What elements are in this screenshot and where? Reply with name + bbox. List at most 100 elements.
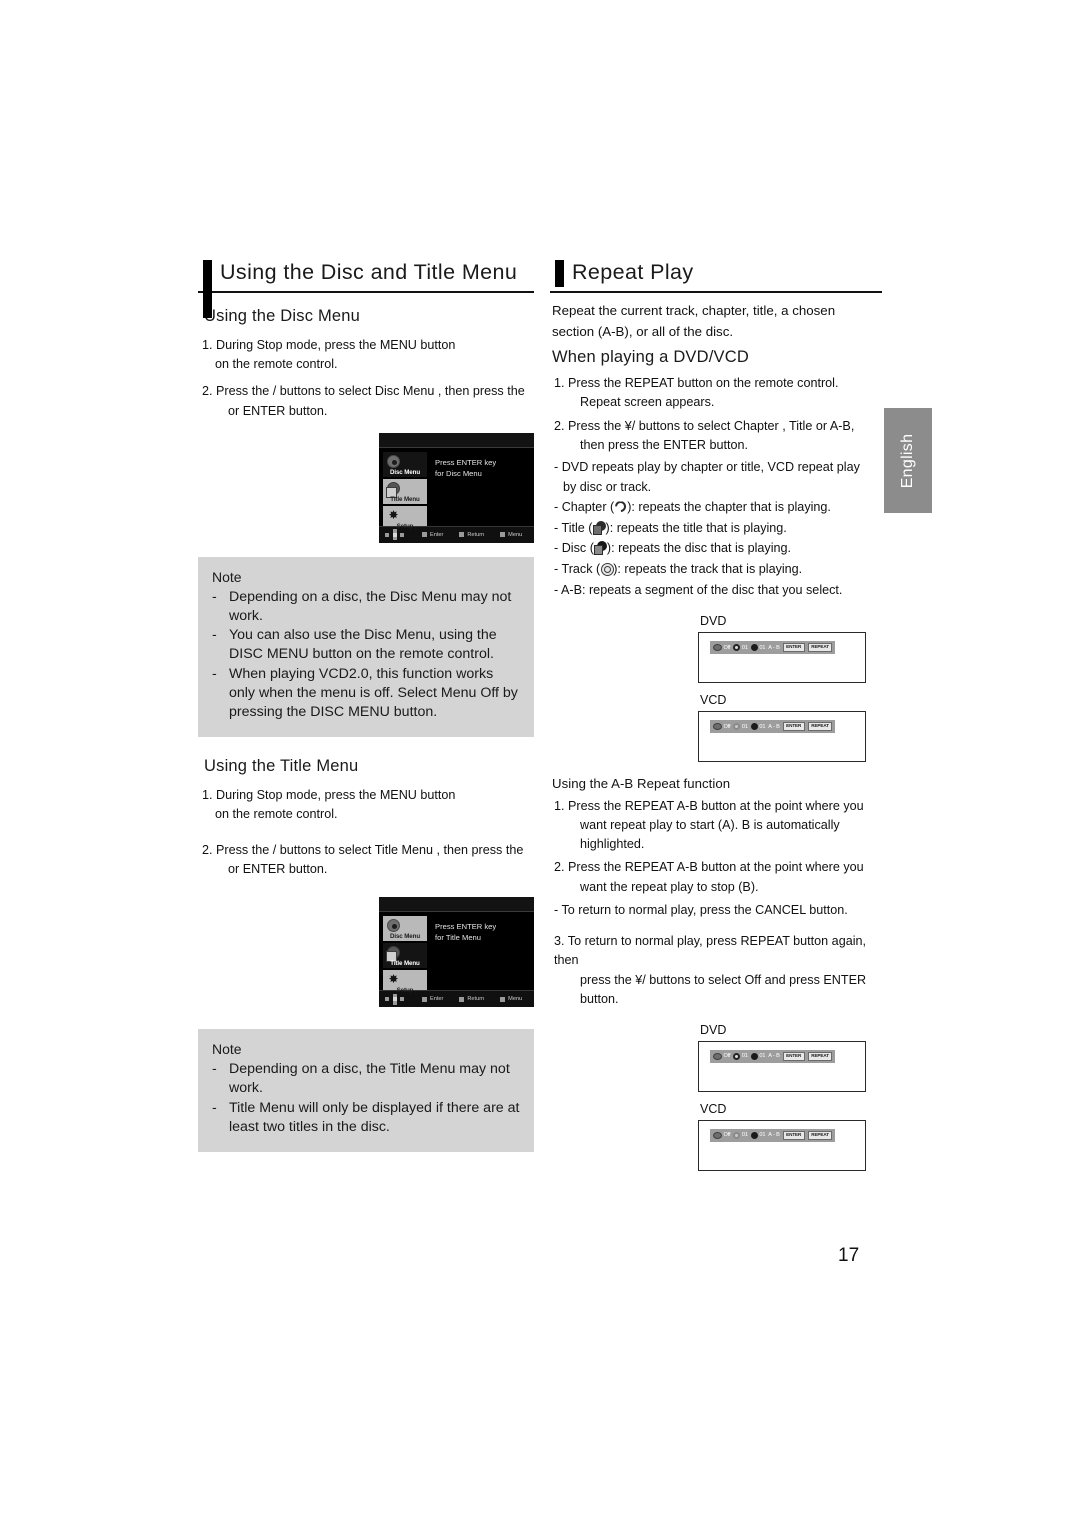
repeat-cell-title[interactable]: 01 [750,1052,765,1060]
step-number: 1. [202,338,213,353]
enter-button[interactable]: ENTER [782,642,805,653]
repeat-cell-ab[interactable]: A - B [768,645,780,651]
repeat-chapter-value: 01 [741,1132,748,1139]
disc-menu-step-2: 2. Press the / buttons to select Disc Me… [202,382,534,420]
note-item: - Depending on a disc, the Disc Menu may… [212,588,520,626]
dash-suffix: ): repeats the chapter that is playing. [627,500,831,515]
ab-repeat-step-3: 3. To return to normal play, press REPEA… [554,932,882,1009]
osd-footer-return: Return [459,532,484,538]
repeat-title-value: 01 [759,644,766,651]
repeat-osd-bar: Off 01 01 A - B ENTER REPEAT [710,641,836,655]
osd-footer-dpad [385,529,406,541]
osd-footer-label: Return [467,996,485,1003]
step-number: 2. [554,419,565,434]
repeat-cell-ab[interactable]: A - B [768,1053,780,1060]
title-menu-step-1: 1. During Stop mode, press the MENU butt… [202,786,534,824]
note-item: - Title Menu will only be displayed if t… [212,1099,520,1137]
repeat-button[interactable]: REPEAT [807,721,833,732]
repeat-button[interactable]: REPEAT [807,1051,833,1062]
osd-message-line2: for Disc Menu [435,468,482,478]
repeat-button[interactable]: REPEAT [807,642,833,653]
title-icon [592,520,606,535]
title-icon [750,644,758,652]
repeat-cell-chapter[interactable]: 01 [733,723,748,731]
osd-footer-label: Enter [430,996,444,1003]
title-menu-step-2: 2. Press the / buttons to select Title M… [202,841,534,879]
off-icon [713,1131,722,1139]
repeat-cell-ab[interactable]: A - B [768,1132,780,1139]
repeat-chapter-value: 01 [741,1053,748,1060]
repeat-cell-off[interactable]: Off [713,723,731,731]
osd-tab-disc-menu[interactable]: Disc Menu [383,916,427,942]
repeat-cell-chapter[interactable]: 01 [733,1131,748,1139]
step-text-cont: on the remote control. [215,357,338,372]
osd-sidebar: Disc Menu Title Menu ✸ Setup [383,916,427,997]
repeat-cell-chapter[interactable]: 01 [733,1052,748,1060]
step-number: 3. [554,934,565,949]
note-text: When playing VCD2.0, this function works… [229,666,518,720]
enter-button[interactable]: ENTER [782,721,805,732]
osd-footer-label: Menu [508,531,523,538]
repeat-cell-off[interactable]: Off [713,644,731,652]
enter-button[interactable]: ENTER [782,1130,805,1141]
osd-message-line1: Press ENTER key [435,922,497,932]
step-text: Press the REPEAT button on the remote co… [568,375,839,390]
title-icon [386,481,400,498]
osd-tab-disc-menu[interactable]: Disc Menu [383,451,427,477]
repeat-osd-bar: Off 01 01 A - B ENTER REPEAT [710,720,836,734]
language-tab-label: English [899,433,916,488]
osd-footer-dpad [385,993,406,1005]
repeat-cell-ab[interactable]: A - B [768,724,780,730]
square-icon [500,532,506,538]
title-rule [198,290,534,294]
disc-menu-screenshot: Disc Menu Title Menu ✸ Setup Press ENTER… [379,432,534,543]
repeat-cell-title[interactable]: 01 [750,644,766,652]
enter-button[interactable]: ENTER [782,1051,805,1062]
page-title-repeat: Repeat Play [572,260,694,284]
repeat-cell-off[interactable]: Off [713,1131,731,1139]
repeat-bullet-track: - Track (): repeats the track that is pl… [554,560,882,580]
osd-tab-title-menu[interactable]: Title Menu [383,478,427,504]
title-icon [750,723,758,731]
step-text: Press the / buttons to select Title Menu… [216,843,524,858]
gear-icon: ✸ [388,507,399,522]
step-text-cont: button. [580,991,619,1006]
track-icon [600,562,615,576]
title-menu-screenshot: Disc Menu Title Menu ✸ Setup Press ENTER… [379,897,534,1008]
repeat-bullet-chapter: - Chapter (): repeats the chapter that i… [554,498,882,518]
note-bullet: - [212,1061,217,1078]
step-text: Press the / buttons to select Disc Menu … [216,384,525,399]
osd-footer-label: Menu [508,996,523,1003]
note-box-disc-menu: Note - Depending on a disc, the Disc Men… [198,556,534,737]
osd-footer-label: Enter [430,531,444,538]
figure-label-dvd: DVD [700,1022,727,1037]
repeat-cell-chapter[interactable]: 01 [733,644,748,652]
osd-tab-title-menu[interactable]: Title Menu [383,943,427,969]
figure-box-vcd: Off 01 01 A - B ENTER REPEAT [698,711,866,763]
osd-tab-label: Setup [396,522,414,530]
repeat-ab-label: A - B [768,1132,780,1139]
repeat-button[interactable]: REPEAT [807,1130,833,1141]
repeat-cell-title[interactable]: 01 [750,1131,765,1139]
step-text: Press the ¥/ buttons to select Chapter ,… [568,419,855,434]
title-icon [750,1131,758,1139]
note-text: You can also use the Disc Menu, using th… [229,627,497,663]
osd-message-line1: Press ENTER key [435,457,497,467]
repeat-ab-label: A - B [768,1053,780,1060]
section-title-disc-title-menu: Using the Disc and Title Menu [198,258,534,318]
disc-menu-step-1: 1. During Stop mode, press the MENU butt… [202,336,534,374]
figure-box-vcd: Off 01 01 A - B ENTER REPEAT [698,1119,866,1171]
off-icon [713,644,722,652]
osd-tab-label: Title Menu [390,960,420,968]
osd-top-bar [379,897,534,913]
dash-mark: - [554,541,562,556]
note-text: Depending on a disc, the Title Menu may … [229,1061,510,1097]
repeat-cell-off[interactable]: Off [713,1052,731,1060]
square-icon [422,996,427,1002]
figure-label-dvd: DVD [700,614,727,629]
repeat-cell-title[interactable]: 01 [750,723,765,731]
note-title: Note [212,568,242,585]
ab-repeat-step-2: 2. Press the REPEAT A-B button at the po… [554,858,882,896]
section-title-repeat-play: Repeat Play [550,258,882,287]
dash-mark: - [554,460,562,475]
